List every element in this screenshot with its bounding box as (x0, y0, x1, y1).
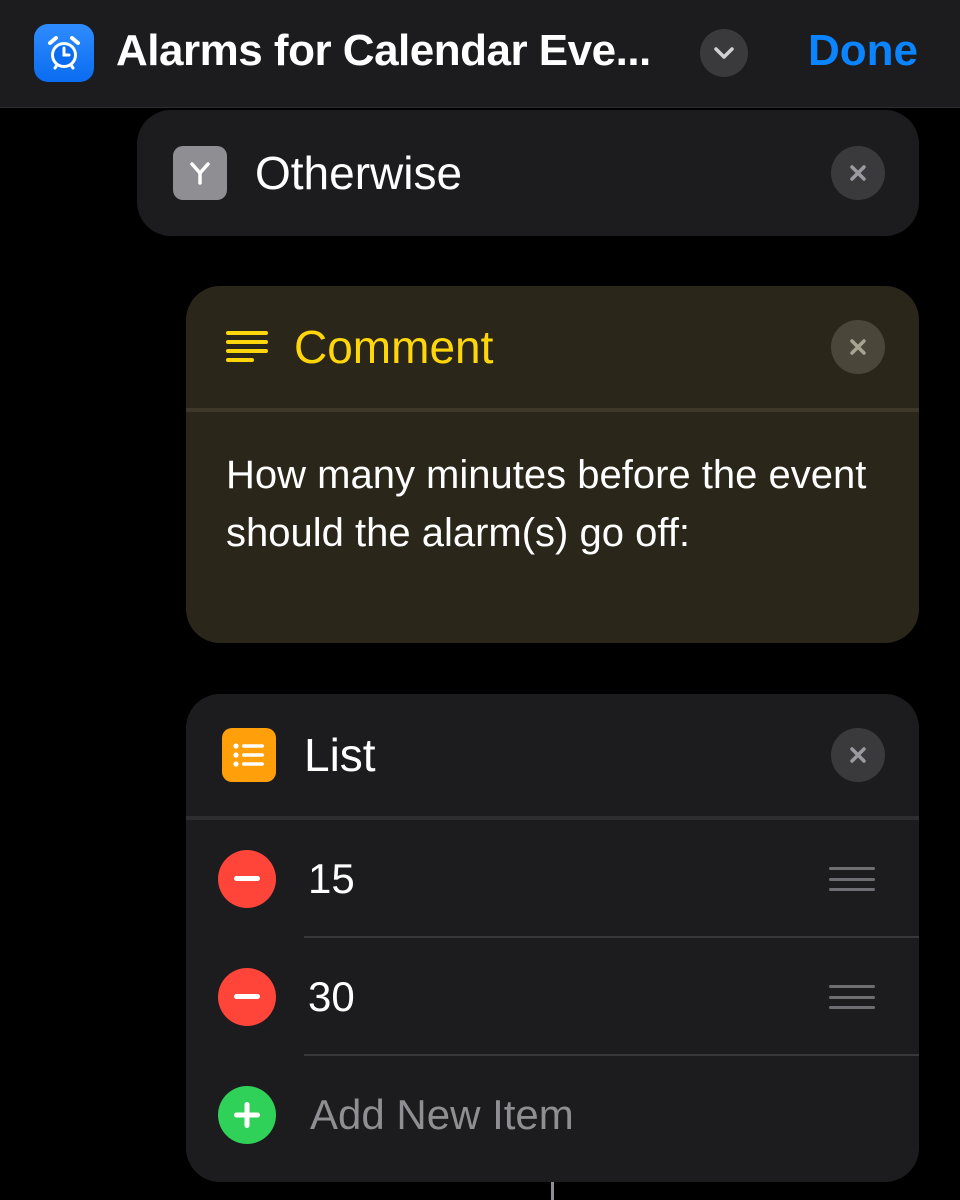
list-item: 30 (186, 938, 919, 1056)
add-new-item-button[interactable]: Add New Item (310, 1091, 574, 1139)
list-action[interactable]: List 15 30 Add New Item (186, 694, 919, 1182)
comment-header: Comment (186, 286, 919, 412)
list-item-value[interactable]: 30 (308, 973, 355, 1021)
branch-icon (173, 146, 227, 200)
done-button[interactable]: Done (808, 26, 918, 76)
minus-circle-icon[interactable] (218, 968, 276, 1026)
text-lines-icon (226, 331, 268, 362)
add-new-item-row[interactable]: Add New Item (186, 1056, 919, 1174)
list-item-value[interactable]: 15 (308, 855, 355, 903)
alarm-clock-icon[interactable] (34, 24, 94, 82)
comment-text-field[interactable]: How many minutes before the event should… (186, 412, 919, 562)
flow-connector (551, 1182, 554, 1200)
list-icon (222, 728, 276, 782)
list-header: List (186, 694, 919, 820)
close-icon[interactable] (831, 320, 885, 374)
close-icon[interactable] (831, 728, 885, 782)
list-title: List (304, 729, 376, 781)
drag-handle-icon[interactable] (829, 985, 875, 1009)
chevron-down-icon[interactable] (700, 29, 748, 77)
drag-handle-icon[interactable] (829, 867, 875, 891)
comment-action[interactable]: Comment How many minutes before the even… (186, 286, 919, 643)
otherwise-action[interactable]: Otherwise (137, 110, 919, 236)
otherwise-title: Otherwise (255, 147, 463, 199)
comment-title: Comment (294, 321, 494, 373)
close-icon[interactable] (831, 146, 885, 200)
plus-circle-icon[interactable] (218, 1086, 276, 1144)
nav-header: Alarms for Calendar Eve... Done (0, 0, 960, 108)
minus-circle-icon[interactable] (218, 850, 276, 908)
list-item: 15 (186, 820, 919, 938)
otherwise-header: Otherwise (137, 110, 919, 236)
shortcut-title[interactable]: Alarms for Calendar Eve... (116, 26, 651, 76)
